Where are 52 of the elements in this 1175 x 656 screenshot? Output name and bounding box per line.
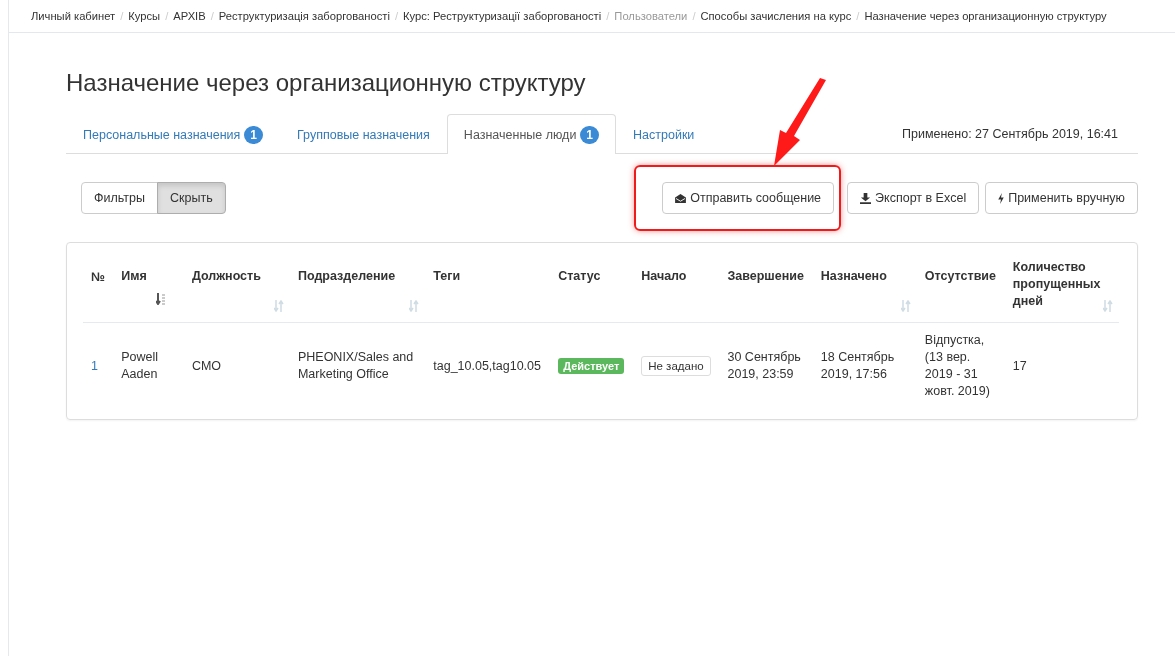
column-header[interactable]: Должность — [191, 258, 261, 285]
row-number-link[interactable]: 1 — [91, 358, 98, 373]
tab[interactable]: Персональные назначения 1 — [66, 115, 281, 154]
breadcrumb-link[interactable]: АРХІВ — [173, 10, 206, 22]
count-badge: 1 — [244, 126, 264, 144]
page-title: Назначение через организационную структуру — [66, 69, 587, 97]
action-button[interactable]: Отправить сообщение — [662, 182, 835, 214]
table-cell: CMO — [191, 358, 222, 373]
breadcrumb-link[interactable]: Реструктуризація заборгованості — [218, 10, 390, 22]
breadcrumb-separator: / — [209, 10, 215, 22]
breadcrumb-separator: / — [855, 10, 861, 22]
table-cell: Powell Aaden — [121, 350, 159, 381]
table-cell: PHEONIX/Sales and Marketing Office — [297, 350, 414, 381]
status-badge: Действует — [558, 357, 625, 374]
table-cell: 17 — [1012, 358, 1027, 373]
action-button[interactable]: Экспорт в Excel — [847, 182, 980, 214]
breadcrumb-link[interactable]: Курсы — [128, 10, 161, 22]
tab[interactable]: Настройки — [616, 115, 712, 154]
tab[interactable]: Назначенные люди 1 — [446, 114, 617, 154]
breadcrumb-link[interactable]: Способы зачисления на курс — [700, 10, 852, 22]
column-header[interactable]: Завершение — [727, 258, 804, 285]
breadcrumb-link[interactable]: Личный кабинет — [31, 10, 116, 22]
breadcrumb-link[interactable]: Назначение через организационную структуру — [864, 10, 1107, 22]
applied-timestamp: Применено: 27 Сентябрь 2019, 16:41 — [902, 127, 1119, 143]
action-button[interactable]: Применить вручную — [985, 182, 1138, 214]
toggle-button[interactable]: Фильтры — [81, 182, 158, 214]
column-header[interactable]: № — [91, 268, 105, 286]
tab[interactable]: Групповые назначения — [280, 115, 447, 154]
column-header[interactable]: Отсутствие — [924, 258, 996, 285]
breadcrumb-separator: / — [393, 10, 400, 22]
download-icon — [860, 192, 872, 204]
column-header[interactable]: Начало — [641, 258, 687, 285]
count-badge: 1 — [580, 125, 600, 144]
table-cell: tag_10.05,tag10.05 — [433, 358, 541, 373]
breadcrumb-separator: / — [164, 10, 170, 22]
table-cell: 30 Сентябрь 2019, 23:59 — [727, 350, 801, 381]
breadcrumb-separator: / — [691, 10, 697, 22]
column-header[interactable]: Количество пропущенных дней — [1012, 258, 1111, 310]
column-header[interactable]: Статус — [558, 258, 601, 285]
breadcrumb-separator: / — [119, 10, 125, 22]
toggle-button[interactable]: Скрыть — [157, 182, 226, 214]
breadcrumb-link[interactable]: Курс: Реструктуризації заборгованості — [403, 10, 602, 22]
breadcrumb-separator: / — [605, 10, 611, 22]
table-cell: Відпустка, (13 вер. 2019 - 31 жовт. 2019) — [924, 333, 990, 398]
date-label: Не задано — [641, 355, 711, 376]
lightning-icon — [998, 192, 1005, 204]
table-cell: 18 Сентябрь 2019, 17:56 — [820, 350, 895, 381]
column-header[interactable]: Теги — [433, 258, 461, 285]
column-header[interactable]: Имя — [121, 258, 147, 285]
column-header[interactable]: Подразделение — [297, 258, 396, 285]
envelope-icon — [675, 193, 687, 203]
column-header[interactable]: Назначено — [820, 258, 887, 285]
